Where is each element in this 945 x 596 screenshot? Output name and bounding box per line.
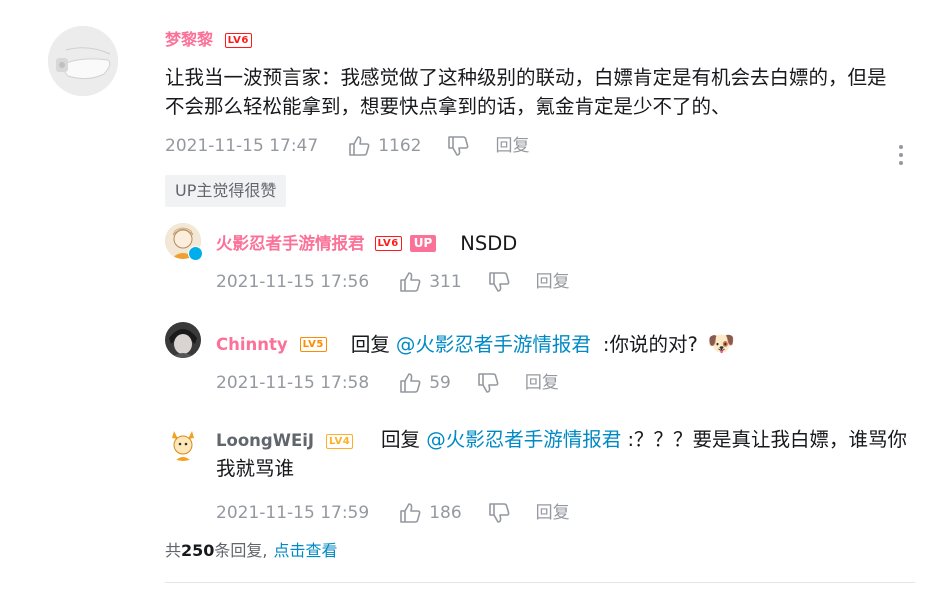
reply-avatar[interactable] — [165, 223, 203, 261]
comment-author[interactable]: 梦黎黎 LV6 — [165, 29, 252, 51]
like-button[interactable]: 186 — [399, 502, 462, 524]
thumbs-up-icon — [400, 272, 421, 292]
thumbs-down-icon — [488, 272, 510, 292]
reply-header: 火影忍者手游情报君 LV6 UP NSDD — [216, 229, 517, 258]
timestamp: 2021-11-15 17:47 — [165, 136, 319, 156]
divider — [165, 582, 915, 583]
doge-emoji: 🐶 — [707, 331, 736, 357]
reply-button[interactable]: 回复 — [525, 372, 559, 394]
total-suffix: 条回复, — [214, 541, 268, 560]
verified-icon — [188, 246, 203, 261]
up-badge: UP — [409, 235, 437, 252]
like-button[interactable]: 1162 — [348, 135, 421, 157]
reply-meta: 2021-11-15 17:58 59 回复 — [216, 372, 559, 394]
dislike-button[interactable] — [488, 503, 510, 523]
timestamp: 2021-11-15 17:59 — [216, 503, 370, 523]
reply-prefix: 回复 — [381, 428, 421, 451]
reply-button[interactable]: 回复 — [495, 135, 529, 157]
reply-meta: 2021-11-15 17:59 186 回复 — [216, 502, 570, 524]
view-all-link[interactable]: 点击查看 — [274, 541, 338, 560]
thumbs-up-icon — [400, 373, 421, 393]
avatar-image — [48, 26, 118, 96]
reply-text: :你说的对? — [602, 333, 698, 356]
like-count: 311 — [429, 272, 462, 292]
reply-prefix: 回复 — [350, 333, 390, 356]
dislike-button[interactable] — [488, 272, 510, 292]
comment-text: 让我当一波预言家：我感觉做了这种级别的联动，白嫖肯定是有机会去白嫖的，但是不会那… — [165, 66, 887, 118]
level-badge: LV6 — [374, 236, 402, 251]
thumbs-down-icon — [478, 373, 499, 393]
mention-link[interactable]: @火影忍者手游情报君 — [396, 330, 591, 359]
like-button[interactable]: 59 — [399, 372, 451, 394]
thumbs-up-icon — [400, 503, 421, 523]
timestamp: 2021-11-15 17:56 — [216, 272, 370, 292]
up-liked-badge: UP主觉得很赞 — [165, 175, 287, 207]
thumbs-down-icon — [448, 136, 469, 156]
mention-link[interactable]: @火影忍者手游情报君 — [426, 428, 621, 451]
reply-button[interactable]: 回复 — [536, 502, 570, 524]
reply-text: NSDD — [460, 232, 518, 255]
avatar-image — [165, 322, 201, 358]
level-badge: LV5 — [299, 337, 327, 352]
username[interactable]: Chinnty — [216, 334, 288, 356]
thumbs-down-icon — [488, 503, 510, 523]
reply-total: 共250条回复, 点击查看 — [165, 540, 338, 562]
timestamp: 2021-11-15 17:58 — [216, 373, 370, 393]
avatar-image — [165, 425, 201, 461]
username[interactable]: 火影忍者手游情报君 — [216, 233, 365, 255]
thumbs-up-icon — [349, 136, 370, 156]
total-prefix: 共 — [165, 541, 182, 560]
total-count: 250 — [181, 541, 215, 560]
reply-header: Chinnty LV5 回复 @火影忍者手游情报君 :你说的对? 🐶 — [216, 330, 735, 359]
reply-text-block: 回复 @火影忍者手游情报君 :？？？要是真让我白嫖，谁骂你我就骂谁 — [216, 425, 916, 483]
like-count: 186 — [429, 503, 462, 523]
like-count: 1162 — [378, 136, 422, 156]
reply-avatar[interactable] — [165, 322, 201, 358]
reply-button[interactable]: 回复 — [536, 271, 570, 293]
dislike-button[interactable] — [447, 136, 469, 156]
avatar[interactable] — [48, 26, 118, 96]
reply-meta: 2021-11-15 17:56 311 回复 — [216, 271, 570, 293]
more-icon[interactable] — [893, 145, 909, 167]
like-count: 59 — [429, 373, 451, 393]
level-badge: LV6 — [224, 33, 252, 48]
comment-meta: 2021-11-15 17:47 1162 回复 — [165, 135, 529, 157]
reply-avatar[interactable] — [165, 425, 201, 461]
username[interactable]: 梦黎黎 — [165, 30, 213, 49]
like-button[interactable]: 311 — [399, 271, 462, 293]
dislike-button[interactable] — [477, 373, 499, 393]
